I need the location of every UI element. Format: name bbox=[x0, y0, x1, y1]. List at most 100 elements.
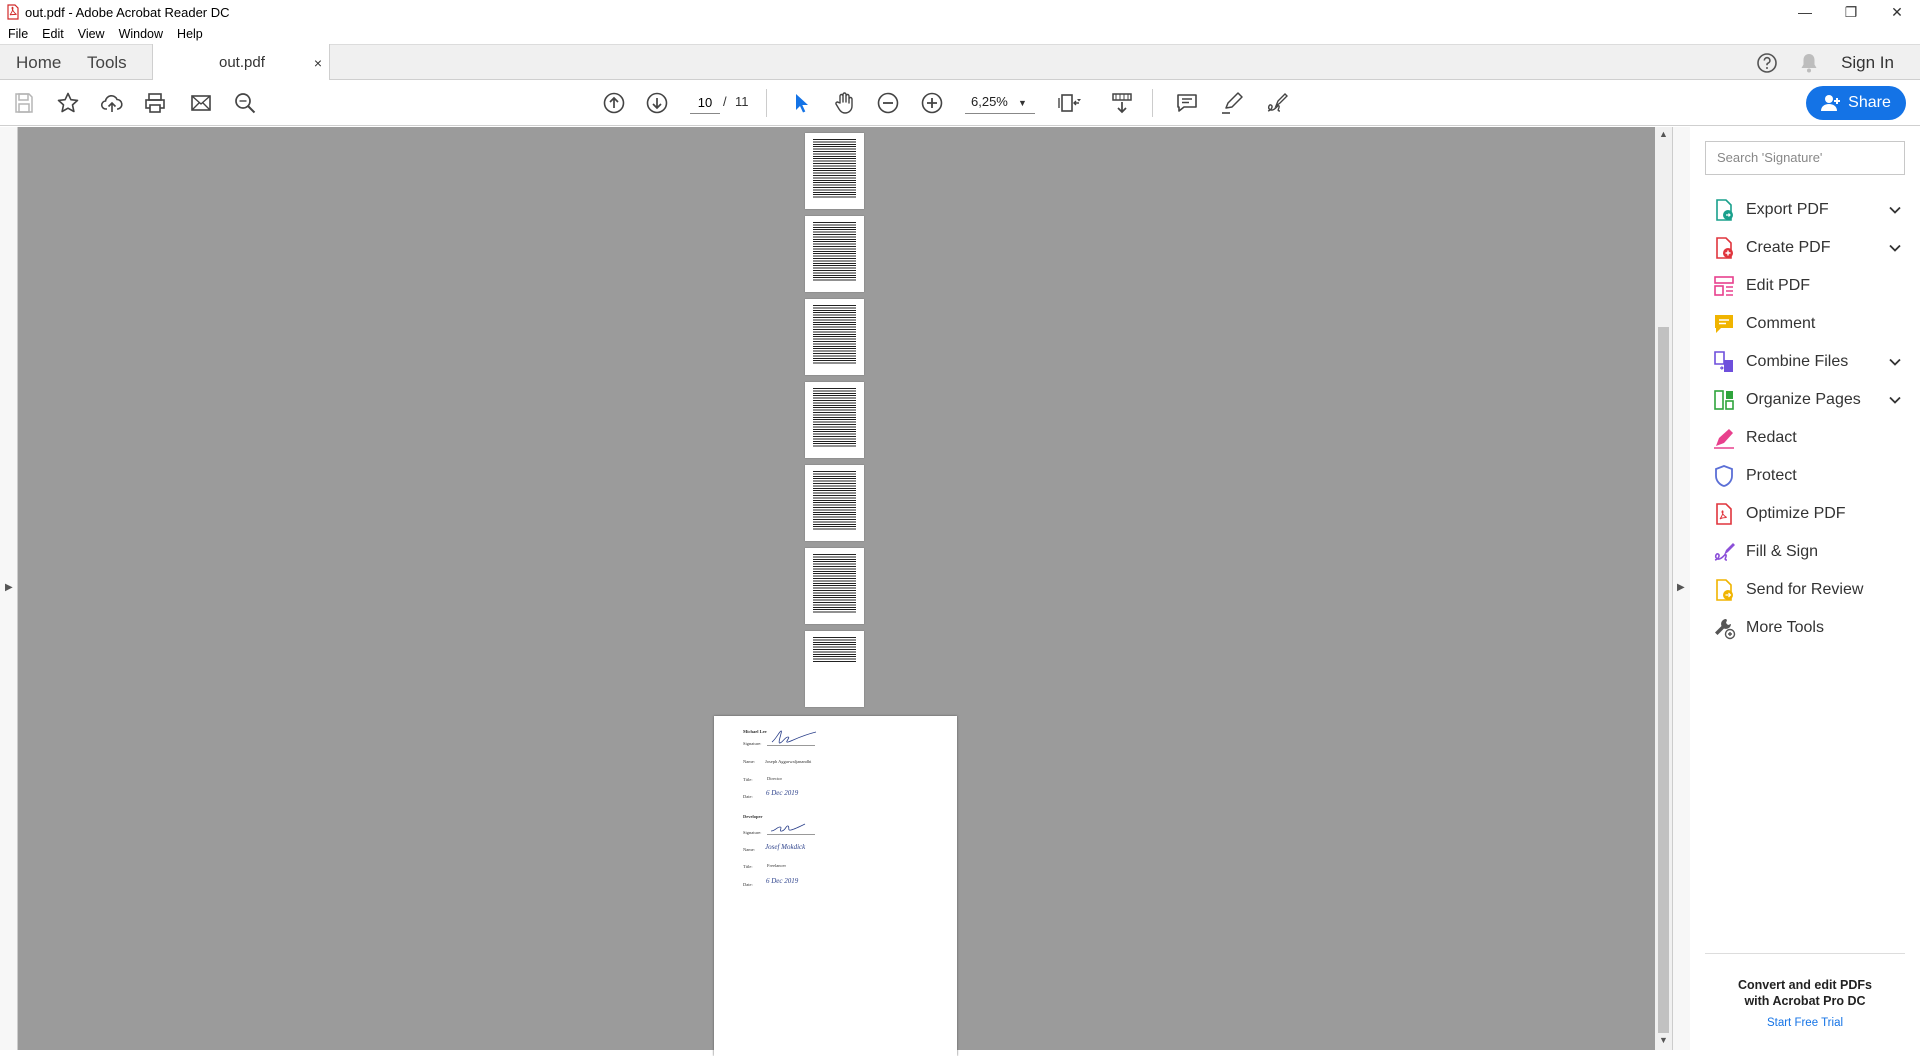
redact-icon bbox=[1714, 429, 1734, 449]
zoom-dropdown-icon[interactable]: ▼ bbox=[1018, 98, 1027, 108]
tool-create-pdf[interactable]: Create PDF bbox=[1712, 230, 1912, 266]
chevron-down-icon[interactable] bbox=[1888, 355, 1902, 369]
share-button[interactable]: Share bbox=[1806, 86, 1906, 120]
page-thumbnail[interactable] bbox=[805, 133, 864, 209]
tool-send-review[interactable]: Send for Review bbox=[1712, 572, 1912, 608]
tool-export-pdf[interactable]: Export PDF bbox=[1712, 192, 1912, 228]
tool-label: Edit PDF bbox=[1746, 277, 1811, 294]
zoom-out-icon[interactable] bbox=[874, 89, 902, 117]
scrollbar-thumb[interactable] bbox=[1658, 327, 1669, 1033]
handwritten-date-1: 6 Dec 2019 bbox=[766, 789, 799, 797]
document-viewer[interactable]: Michael Lee Signature: Name: Joseph Agga… bbox=[18, 127, 1655, 1056]
menu-edit[interactable]: Edit bbox=[34, 27, 70, 41]
tool-protect[interactable]: Protect bbox=[1712, 458, 1912, 494]
toolbar-divider bbox=[1152, 89, 1153, 117]
page-thumbnail[interactable] bbox=[805, 299, 864, 375]
share-button-label: Share bbox=[1848, 94, 1891, 111]
upgrade-promo: Convert and edit PDFs with Acrobat Pro DC… bbox=[1705, 953, 1905, 1029]
minimize-icon[interactable]: — bbox=[1782, 0, 1828, 24]
menu-view[interactable]: View bbox=[70, 27, 111, 41]
left-panel-toggle[interactable]: ▶ bbox=[0, 127, 18, 1050]
zoom-in-icon[interactable] bbox=[918, 89, 946, 117]
cloud-upload-icon[interactable] bbox=[98, 89, 126, 117]
toolbar-divider bbox=[766, 89, 767, 117]
page-fit-icon[interactable] bbox=[1055, 89, 1083, 117]
page-thumbnail[interactable] bbox=[805, 631, 864, 707]
previous-page-icon[interactable] bbox=[600, 89, 628, 117]
start-free-trial-link[interactable]: Start Free Trial bbox=[1705, 1017, 1905, 1029]
page-text-lines bbox=[813, 305, 856, 365]
bookmark-star-icon[interactable] bbox=[54, 89, 82, 117]
tool-redact[interactable]: Redact bbox=[1712, 420, 1912, 456]
menu-file[interactable]: File bbox=[0, 27, 34, 41]
help-icon[interactable] bbox=[1756, 52, 1778, 74]
menu-window[interactable]: Window bbox=[111, 27, 169, 41]
section-heading: Developer bbox=[743, 814, 763, 819]
tool-label: Protect bbox=[1746, 467, 1797, 484]
tool-more-tools[interactable]: More Tools bbox=[1712, 610, 1912, 646]
handwritten-signature-1 bbox=[771, 730, 817, 744]
optimize-pdf-icon bbox=[1716, 503, 1732, 525]
fill-sign-icon bbox=[1714, 543, 1735, 561]
page-text-lines bbox=[813, 637, 856, 663]
page-thumbnail[interactable] bbox=[805, 465, 864, 541]
page-text-lines bbox=[813, 222, 856, 282]
signature-line bbox=[767, 745, 815, 746]
scroll-down-icon[interactable]: ▼ bbox=[1659, 1035, 1668, 1045]
protect-icon bbox=[1715, 465, 1733, 487]
right-panel-toggle[interactable]: ▶ bbox=[1672, 127, 1690, 1050]
menu-help[interactable]: Help bbox=[169, 27, 209, 41]
tab-document[interactable]: out.pdf × bbox=[152, 44, 330, 81]
page-thumbnail[interactable] bbox=[805, 382, 864, 458]
handwritten-name: Josef Mokdick bbox=[765, 843, 806, 851]
page-thumbnail[interactable] bbox=[805, 548, 864, 624]
scroll-up-icon[interactable]: ▲ bbox=[1659, 129, 1668, 139]
print-icon[interactable] bbox=[141, 89, 169, 117]
tab-home[interactable]: Home bbox=[16, 45, 61, 80]
vertical-scrollbar[interactable]: ▲ ▼ bbox=[1655, 127, 1672, 1050]
export-pdf-icon bbox=[1716, 199, 1733, 221]
chevron-down-icon[interactable] bbox=[1888, 241, 1902, 255]
select-cursor-icon[interactable] bbox=[787, 89, 815, 117]
email-icon[interactable] bbox=[187, 89, 215, 117]
acrobat-app-icon bbox=[7, 4, 19, 20]
field-label: Signature: bbox=[743, 830, 762, 835]
tool-label: Export PDF bbox=[1746, 201, 1829, 218]
sign-pen-icon[interactable] bbox=[1262, 89, 1290, 117]
window-title: out.pdf - Adobe Acrobat Reader DC bbox=[25, 4, 230, 20]
tool-optimize-pdf[interactable]: Optimize PDF bbox=[1712, 496, 1912, 532]
page-text-lines bbox=[813, 388, 856, 448]
chevron-down-icon[interactable] bbox=[1888, 203, 1902, 217]
save-icon[interactable] bbox=[10, 89, 38, 117]
notification-bell-icon[interactable] bbox=[1799, 52, 1819, 74]
hand-tool-icon[interactable] bbox=[830, 89, 858, 117]
add-comment-icon[interactable] bbox=[1173, 89, 1201, 117]
tool-label: Create PDF bbox=[1746, 239, 1831, 256]
tool-fill-sign[interactable]: Fill & Sign bbox=[1712, 534, 1912, 570]
page-thumbnail[interactable] bbox=[805, 216, 864, 292]
field-label: Name: bbox=[743, 759, 755, 764]
field-label: Name: bbox=[743, 847, 755, 852]
page-number-input[interactable] bbox=[690, 92, 720, 114]
sign-in-link[interactable]: Sign In bbox=[1841, 53, 1894, 73]
chevron-down-icon[interactable] bbox=[1888, 393, 1902, 407]
tool-label: Comment bbox=[1746, 315, 1816, 332]
tool-label: Redact bbox=[1746, 429, 1797, 446]
collapse-right-icon: ▶ bbox=[1677, 582, 1685, 593]
close-tab-icon[interactable]: × bbox=[314, 55, 322, 71]
tool-combine-files[interactable]: Combine Files bbox=[1712, 344, 1912, 380]
find-text-icon[interactable] bbox=[231, 89, 259, 117]
tool-organize-pages[interactable]: Organize Pages bbox=[1712, 382, 1912, 418]
tool-edit-pdf[interactable]: Edit PDF bbox=[1712, 268, 1912, 304]
tool-comment[interactable]: Comment bbox=[1712, 306, 1912, 342]
page-text-lines bbox=[813, 471, 856, 531]
tools-search-input[interactable]: Search 'Signature' bbox=[1705, 141, 1905, 175]
restore-icon[interactable]: ❐ bbox=[1828, 0, 1874, 24]
close-icon[interactable]: ✕ bbox=[1874, 0, 1920, 24]
add-user-icon bbox=[1821, 95, 1841, 111]
highlight-pen-icon[interactable] bbox=[1218, 89, 1246, 117]
edit-pdf-icon bbox=[1714, 276, 1734, 296]
tab-tools[interactable]: Tools bbox=[87, 45, 127, 80]
next-page-icon[interactable] bbox=[643, 89, 671, 117]
scroll-mode-icon[interactable] bbox=[1108, 89, 1136, 117]
